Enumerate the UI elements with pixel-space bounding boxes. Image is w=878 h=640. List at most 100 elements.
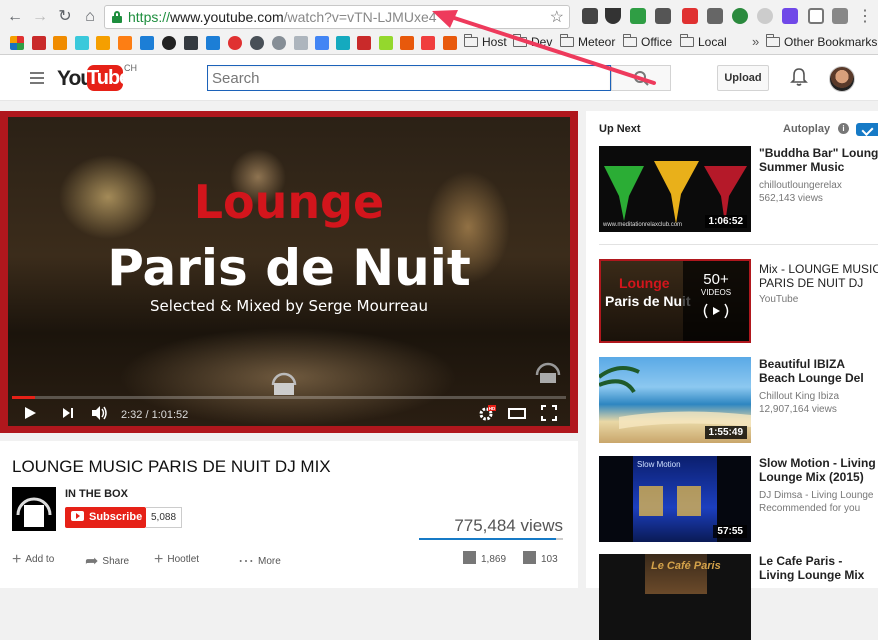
share-button[interactable]: ➦ Share [85,551,129,571]
onenote-icon[interactable] [782,8,798,24]
recommended-video[interactable]: www.meditationrelaxclub.com 1:06:52 "Bud… [599,146,878,232]
bookmark-folder-office[interactable]: Office [622,34,672,49]
recommended-mix[interactable]: Lounge Paris de Nuit 50+ VIDEOS Mix - LO… [599,259,878,343]
bookmark-icon[interactable] [400,36,414,50]
video-title[interactable]: Le Cafe Paris - Living Lounge Mix [759,554,878,582]
add-to-button[interactable]: + Add to [12,551,54,569]
up-next-heading: Up Next [599,123,641,135]
bookmark-folder-local[interactable]: Local [679,34,727,49]
thumbnail-caption: Slow Motion [637,460,681,469]
bookmark-icon[interactable] [184,36,198,50]
bookmark-icon[interactable] [379,36,393,50]
bookmark-icon[interactable] [228,36,242,50]
grammarly-icon[interactable] [732,8,748,24]
gmail-icon[interactable] [32,36,46,50]
bookmark-icon[interactable] [96,36,110,50]
user-avatar[interactable] [829,66,855,92]
video-title[interactable]: Mix - LOUNGE MUSIC PARIS DE NUIT DJ [759,262,878,290]
cloud-icon[interactable] [757,8,773,24]
search-button[interactable] [611,65,671,91]
notifications-bell-icon[interactable] [790,67,808,87]
video-info-panel: LOUNGE MUSIC PARIS DE NUIT DJ MIX IN THE… [0,441,578,588]
video-overlay-credit: Selected & Mixed by Serge Mourreau [150,297,428,315]
volume-icon[interactable] [90,405,108,421]
bookmark-icon[interactable] [443,36,457,50]
google-icon[interactable] [315,36,329,50]
home-icon[interactable]: ⌂ [80,7,100,27]
fullscreen-icon[interactable] [541,405,557,421]
next-icon[interactable] [60,405,76,421]
trello-icon[interactable] [206,36,220,50]
recommended-video[interactable]: 1:55:49 Beautiful IBIZA Beach Lounge Del … [599,357,878,443]
playlist-count: 50+ [703,271,729,288]
video-title[interactable]: Slow Motion - Living Lounge Mix (2015) [759,456,878,484]
like-ratio-bar [419,538,563,540]
like-button[interactable]: 1,869 [463,551,506,565]
more-dots-icon: ⋯ [238,553,254,570]
github-icon[interactable] [162,36,176,50]
extension-icon[interactable] [582,8,598,24]
bookmark-folder-meteor[interactable]: Meteor [559,34,615,49]
extension-icon[interactable] [655,8,671,24]
bookmark-icon[interactable] [140,36,154,50]
flipboard-icon[interactable] [682,8,698,24]
hootlet-button[interactable]: + Hootlet [154,551,199,569]
cast-icon[interactable] [808,8,824,24]
bookmark-icon[interactable] [336,36,350,50]
forward-icon[interactable]: → [30,7,50,27]
feedly-icon[interactable] [630,8,646,24]
video-title[interactable]: "Buddha Bar" Lounge Summer Music [759,146,878,174]
bookmark-icon[interactable] [421,36,435,50]
search-field[interactable] [207,65,611,91]
theater-mode-icon[interactable] [508,405,526,421]
back-icon[interactable]: ← [5,7,25,27]
video-progress-bar[interactable] [12,396,566,399]
folder-icon [512,34,527,47]
settings-gear-icon[interactable]: HD [478,405,496,421]
more-button[interactable]: ⋯ More [238,551,281,571]
playback-time: 2:32 / 1:01:52 [121,409,189,421]
playlist-overlay: 50+ VIDEOS [683,261,749,341]
channel-avatar[interactable] [12,487,56,531]
bookmark-icon[interactable] [294,36,308,50]
view-count: 775,484 views [454,516,563,535]
bookmarks-overflow-chevron[interactable]: » [752,34,759,49]
play-icon[interactable] [22,405,38,421]
guide-menu-icon[interactable] [30,72,44,84]
extension-icon[interactable] [832,8,848,24]
autoplay-label: Autoplay [783,123,831,135]
bookmark-icon[interactable] [53,36,67,50]
recommended-video[interactable]: Slow Motion 57:55 Slow Motion - Living Lo… [599,456,878,542]
browser-menu-icon[interactable]: ⋮ [857,6,873,26]
upload-button[interactable]: Upload [717,65,769,91]
share-arrow-icon: ➦ [85,553,99,570]
shield-icon[interactable] [605,8,621,24]
info-icon[interactable]: i [838,123,849,134]
recommendation-reason: Recommended for you [759,503,861,514]
reload-icon[interactable]: ↻ [55,7,75,27]
url-text: https://www.youtube.com/watch?v=vTN-LJMU… [128,9,437,25]
bookmark-icon[interactable] [75,36,89,50]
bookmark-icon[interactable] [250,36,264,50]
folder-icon [559,34,574,47]
bookmark-folder-dev[interactable]: Dev [512,34,552,49]
subscribe-button[interactable]: Subscribe [65,507,146,528]
apps-icon[interactable] [10,36,24,50]
image-icon[interactable] [707,8,723,24]
channel-name[interactable]: IN THE BOX [65,488,128,500]
video-player[interactable]: Lounge Paris de Nuit Selected & Mixed by… [8,117,570,426]
bookmark-folder-other[interactable]: Other Bookmarks [765,34,877,49]
search-input[interactable] [208,66,610,90]
recommended-video[interactable]: Le Café Paris Le Cafe Paris - Living Loun… [599,554,878,640]
bookmark-folder-host[interactable]: Host [463,34,507,49]
bookmark-icon[interactable] [118,36,132,50]
video-overlay-title: Lounge [193,175,385,229]
bookmark-icon[interactable] [357,36,371,50]
speed-icon[interactable] [272,36,286,50]
video-title[interactable]: Beautiful IBIZA Beach Lounge Del [759,357,878,385]
autoplay-toggle[interactable] [856,123,878,136]
dislike-button[interactable]: 103 [523,551,558,565]
bookmark-star-icon[interactable]: ☆ [550,7,564,27]
address-bar[interactable]: https://www.youtube.com/watch?v=vTN-LJMU… [104,5,570,29]
player-highlight-frame: Lounge Paris de Nuit Selected & Mixed by… [0,111,578,433]
